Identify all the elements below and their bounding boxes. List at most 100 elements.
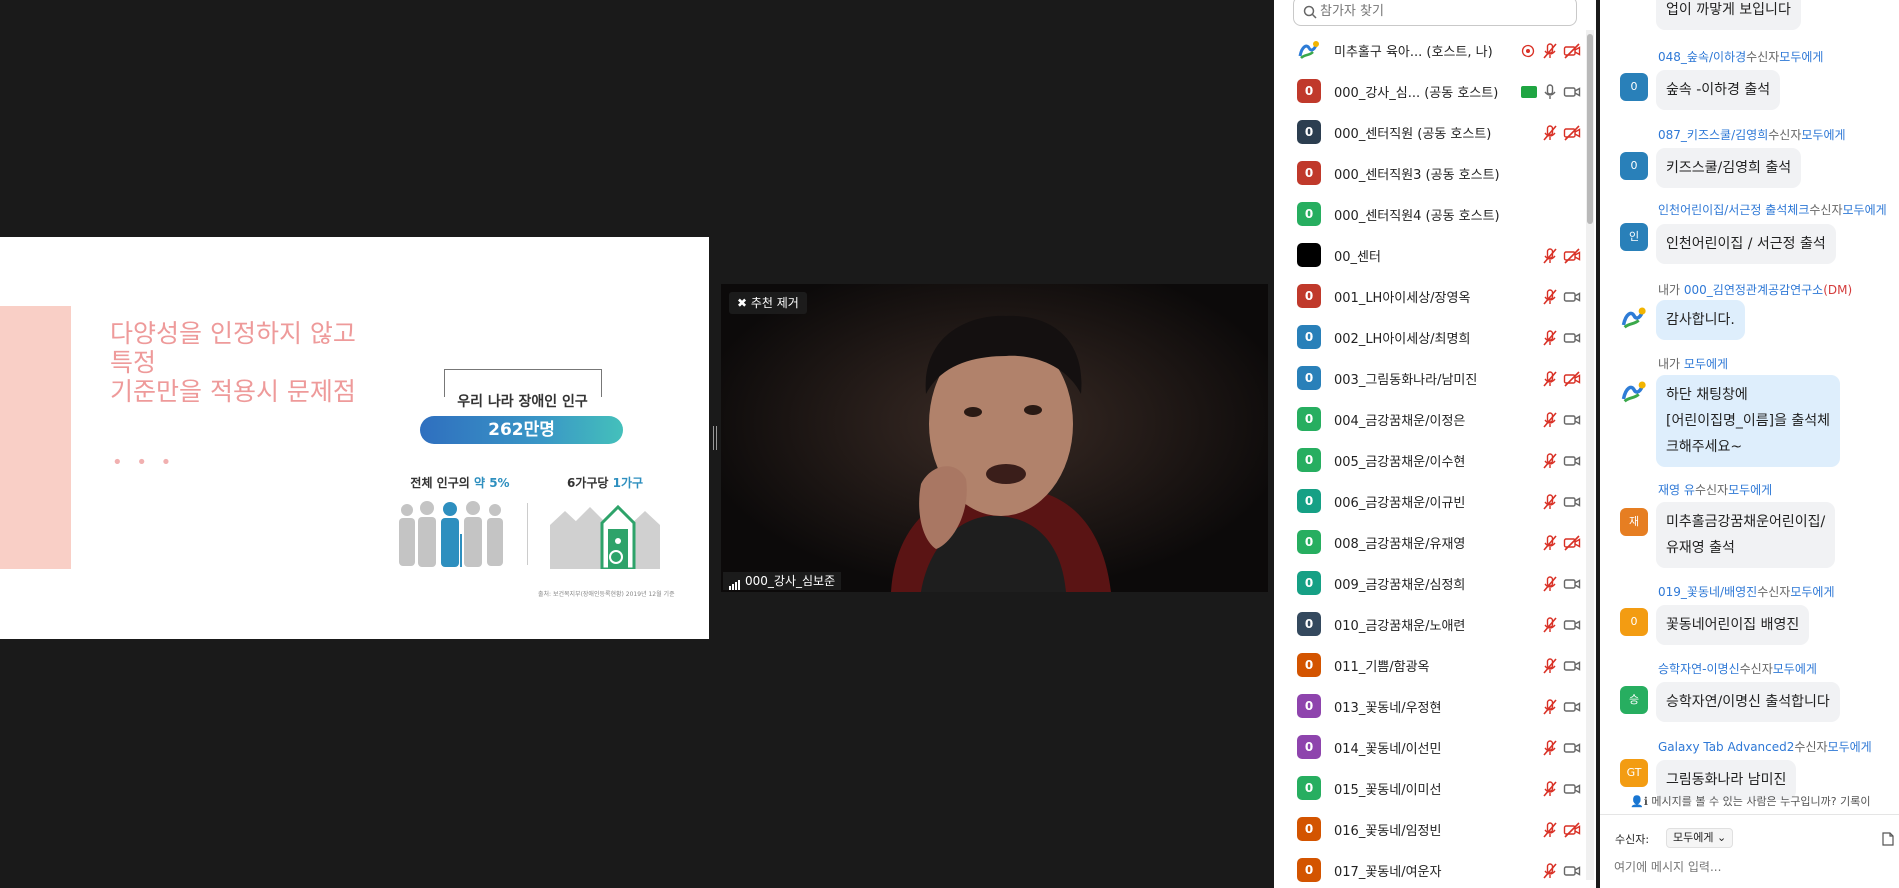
recipient-select[interactable]: 모두에게 ⌄ <box>1666 828 1734 848</box>
participant-search[interactable] <box>1293 0 1577 26</box>
speaker-name: 000_강사_심보준 <box>745 574 836 588</box>
participant-row[interactable]: 0 000_강사_심... (공동 호스트) <box>1274 71 1584 112</box>
chat-divider <box>1600 814 1899 815</box>
recipient-label: 수신자: <box>1615 833 1650 846</box>
video-icon <box>1563 702 1581 712</box>
chat-message-header: 인천어린이집/서근정 출석체크수신자모두에게 <box>1658 201 1887 218</box>
mic-muted-icon <box>1543 43 1557 59</box>
slide-population-pill: 262만명 <box>420 416 623 444</box>
mic-muted-icon <box>1543 412 1557 428</box>
chat-sender[interactable]: 내가 <box>1658 357 1684 371</box>
mic-muted-icon <box>1543 822 1557 838</box>
mic-muted-icon <box>1543 535 1557 551</box>
participant-row[interactable]: 0 008_금강꿈채운/유재영 <box>1274 522 1584 563</box>
chat-bubble[interactable]: 하단 채팅창에 [어린이집명_이름]을 출석체 크해주세요~ <box>1656 375 1841 467</box>
mic-muted-icon <box>1543 576 1557 592</box>
participant-status-icons <box>1541 657 1581 675</box>
chat-recipient[interactable]: 모두에게 <box>1801 128 1845 142</box>
participant-name: 010_금강꿈채운/노애련 <box>1334 619 1466 634</box>
participant-row[interactable]: 0 002_LH아이세상/최명희 <box>1274 317 1584 358</box>
mic-muted-icon <box>1543 658 1557 674</box>
participant-row[interactable]: 0 003_그림동화나라/남미진 <box>1274 358 1584 399</box>
participant-row[interactable]: 0 005_금강꿈채운/이수현 <box>1274 440 1584 481</box>
chat-bubble[interactable]: 인천어린이집 / 서근정 출석 <box>1656 224 1836 264</box>
chat-recipient[interactable]: 모두에게 <box>1828 740 1872 754</box>
chat-panel: 업이 까맣게 보입니다 048_숲속/이하경수신자모두에게 0 숲속 -이하경 출석 0… <box>1600 0 1899 888</box>
pin-icon: ✖ <box>737 296 751 310</box>
chat-recipient[interactable]: 모두에게 <box>1728 483 1772 497</box>
video-icon <box>1563 292 1581 302</box>
chat-avatar: 재 <box>1620 508 1648 536</box>
chat-bubble[interactable]: 미추홀금강꿈채운어린이집/ 유재영 출석 <box>1656 502 1836 568</box>
pin-badge[interactable]: ✖ 추천 제거 <box>729 292 807 314</box>
participant-status-icons <box>1541 780 1581 798</box>
chat-sender[interactable]: 087_키즈스쿨/김영희 <box>1658 128 1768 142</box>
chat-bubble[interactable]: 감사합니다. <box>1656 300 1745 340</box>
video-area: 다양성을 인정하지 않고 특정 기준만을 적용시 문제점 • • • 우리 나라… <box>0 0 1274 888</box>
chat-sender[interactable]: 승학자연-이명신 <box>1658 662 1740 676</box>
participant-search-input[interactable] <box>1320 0 1560 23</box>
stat1-highlight: 약 5% <box>473 476 510 490</box>
participant-status-icons <box>1541 370 1581 388</box>
participant-row[interactable]: 미추홀구 육아... (호스트, 나) <box>1274 30 1584 71</box>
participant-row[interactable]: 0 000_센터직원4 (공동 호스트) <box>1274 194 1584 235</box>
chat-sender[interactable]: 재영 유 <box>1658 483 1695 497</box>
participant-name: 00_센터 <box>1334 250 1381 265</box>
chat-avatar: GT <box>1620 759 1648 787</box>
chat-sender[interactable]: 내가 <box>1658 283 1684 297</box>
chat-dm-tag: (DM) <box>1823 283 1853 297</box>
chat-recipient[interactable]: 000_김연정관계공감연구소 <box>1684 283 1823 297</box>
video-icon <box>1563 866 1581 876</box>
participant-row[interactable]: 0 009_금강꿈채운/심정희 <box>1274 563 1584 604</box>
chat-sender[interactable]: 인천어린이집/서근정 출석체크 <box>1658 203 1809 217</box>
mic-muted-icon <box>1543 494 1557 510</box>
chat-sender[interactable]: Galaxy Tab Advanced2 <box>1658 740 1794 754</box>
participant-row[interactable]: 0 001_LH아이세상/장영옥 <box>1274 276 1584 317</box>
participant-name: 006_금강꿈채운/이규빈 <box>1334 496 1466 511</box>
view-splitter-handle[interactable] <box>713 426 717 450</box>
record-icon <box>1521 44 1535 58</box>
participant-avatar: 0 <box>1297 735 1321 759</box>
participant-avatar: 0 <box>1297 202 1321 226</box>
chat-bubble[interactable]: 승학자연/이명신 출석합니다 <box>1656 682 1840 722</box>
participant-row[interactable]: 0 004_금강꿈채운/이정은 <box>1274 399 1584 440</box>
houses-illustration <box>550 505 660 569</box>
chat-sender[interactable]: 048_숲속/이하경 <box>1658 50 1746 64</box>
participant-row[interactable]: 0 011_기쁨/함광옥 <box>1274 645 1584 686</box>
chat-recipient[interactable]: 모두에게 <box>1779 50 1823 64</box>
chat-bubble[interactable]: 숲속 -이하경 출석 <box>1656 70 1781 110</box>
slide-divider <box>527 503 528 565</box>
speaker-video[interactable]: ✖ 추천 제거 000_강사_심보준 <box>721 284 1268 592</box>
video-icon <box>1563 743 1581 753</box>
participant-row[interactable]: 0 015_꽃동네/이미선 <box>1274 768 1584 809</box>
participant-row[interactable]: 0 016_꽃동네/임정빈 <box>1274 809 1584 850</box>
chat-visibility-notice[interactable]: 👤ℹ 메시지를 볼 수 있는 사람은 누구입니까? 기록이 <box>1630 793 1870 809</box>
participant-row[interactable]: 0 000_센터직원 (공동 호스트) <box>1274 112 1584 153</box>
chat-recipient[interactable]: 모두에게 <box>1790 585 1834 599</box>
chat-recipient[interactable]: 모두에게 <box>1843 203 1887 217</box>
chat-message-header: 승학자연-이명신수신자모두에게 <box>1658 660 1817 677</box>
chat-recipient[interactable]: 모두에게 <box>1773 662 1817 676</box>
participant-status-icons <box>1541 452 1581 470</box>
chat-bubble[interactable]: 업이 까맣게 보입니다 <box>1656 0 1801 30</box>
participant-row[interactable]: 0 010_금강꿈채운/노애련 <box>1274 604 1584 645</box>
participant-row[interactable]: 0 000_센터직원3 (공동 호스트) <box>1274 153 1584 194</box>
participant-scrollbar[interactable] <box>1586 30 1594 880</box>
chat-message-header: 048_숲속/이하경수신자모두에게 <box>1658 48 1823 65</box>
chat-recipient[interactable]: 모두에게 <box>1684 357 1728 371</box>
participant-row[interactable]: 0 014_꽃동네/이선민 <box>1274 727 1584 768</box>
search-icon <box>1303 5 1317 19</box>
chat-bubble[interactable]: 꽃동네어린이집 배영진 <box>1656 605 1810 645</box>
mic-muted-icon <box>1543 781 1557 797</box>
chat-sender[interactable]: 019_꽃동네/배영진 <box>1658 585 1757 599</box>
participant-row[interactable]: 0 013_꽃동네/우정현 <box>1274 686 1584 727</box>
participant-row[interactable]: 00_센터 <box>1274 235 1584 276</box>
participant-row[interactable]: 0 017_꽃동네/여운자 <box>1274 850 1584 888</box>
participant-status-icons <box>1541 534 1581 552</box>
chat-bubble[interactable]: 키즈스쿨/김영희 출석 <box>1656 148 1802 188</box>
scroll-thumb[interactable] <box>1587 34 1593 224</box>
file-icon[interactable] <box>1882 832 1894 846</box>
participant-row[interactable]: 0 006_금강꿈채운/이규빈 <box>1274 481 1584 522</box>
chat-message-input[interactable] <box>1614 856 1884 878</box>
chat-to-label: 수신자 <box>1809 203 1843 217</box>
